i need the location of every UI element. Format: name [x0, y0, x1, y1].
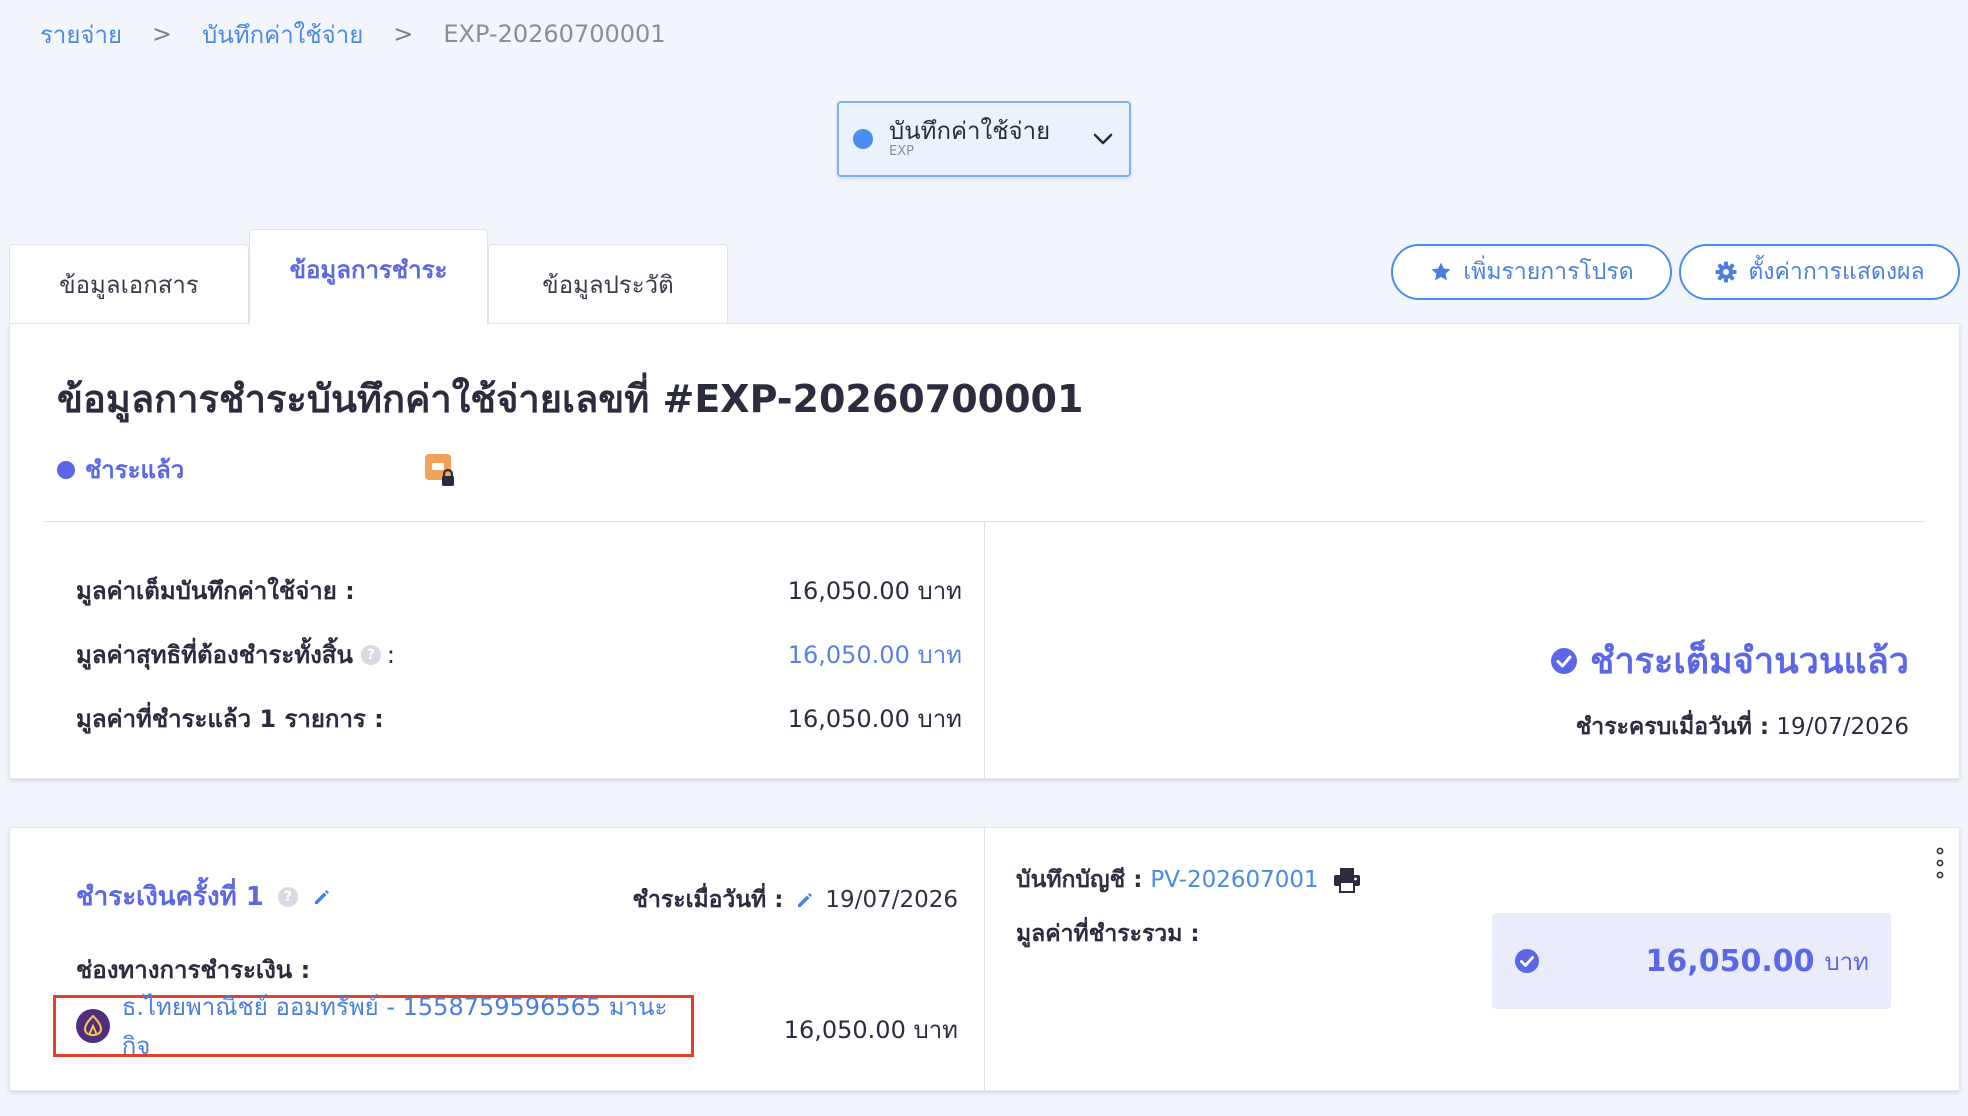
chevron-down-icon: [1093, 133, 1113, 145]
print-icon[interactable]: [1333, 867, 1361, 893]
document-type-label: บันทึกค่าใช้จ่าย: [889, 117, 1051, 145]
full-amount-label: มูลค่าเต็มบันทึกค่าใช้จ่าย :: [76, 577, 355, 605]
net-amount-value: 16,050.00 บาท: [787, 641, 962, 669]
journal-entry: บันทึกบัญชี : PV-202607001: [1016, 862, 1361, 898]
journal-ref-link[interactable]: PV-202607001: [1150, 867, 1318, 893]
status-dot: [57, 460, 75, 479]
journal-label: บันทึกบัญชี :: [1016, 867, 1143, 893]
status-label: ชำระแล้ว: [85, 456, 185, 484]
full-amount-value: 16,050.00 บาท: [787, 577, 962, 605]
divider: [984, 828, 985, 1090]
full-amount-row: มูลค่าเต็มบันทึกค่าใช้จ่าย : 16,050.00 บ…: [76, 571, 962, 611]
net-amount-colon: :: [386, 640, 395, 669]
gear-icon: [1715, 261, 1737, 283]
check-circle-icon: [1515, 949, 1539, 973]
edit-pencil-icon[interactable]: [312, 887, 332, 907]
check-circle-icon: [1551, 647, 1578, 674]
paid-complete-date: ชำระครบเมื่อวันที่ : 19/07/2026: [1576, 709, 1909, 745]
paid-on-date: ชำระเมื่อวันที่ : 19/07/2026: [632, 882, 958, 918]
edit-pencil-icon[interactable]: [795, 890, 815, 910]
payment-round-label: ชำระเงินครั้งที่ 1: [76, 882, 264, 912]
total-paid-amount: 16,050.00: [1645, 943, 1815, 979]
breadcrumb-expense[interactable]: รายจ่าย: [40, 15, 122, 54]
star-icon: [1431, 262, 1451, 281]
document-type-code: EXP: [889, 144, 914, 159]
breadcrumb-current: EXP-20260700001: [443, 20, 666, 48]
paid-amount-row: มูลค่าที่ชำระแล้ว 1 รายการ : 16,050.00 บ…: [76, 699, 962, 739]
payment-channel-link[interactable]: ธ.ไทยพาณิชย์ ออมทรัพย์ - 1558759596565 ม…: [53, 993, 694, 1060]
total-paid-unit: บาท: [1824, 947, 1869, 976]
payment-channel-name: ธ.ไทยพาณิชย์ ออมทรัพย์ - 1558759596565 ม…: [121, 993, 668, 1060]
paid-on-date-value: 19/07/2026: [825, 887, 958, 913]
help-icon[interactable]: ?: [277, 886, 298, 907]
fully-paid-status: ชำระเต็มจำนวนแล้ว: [1550, 632, 1909, 689]
net-amount-row: มูลค่าสุทธิที่ต้องชำระทั้งสิ้น ? : 16,05…: [76, 635, 962, 675]
more-options-icon[interactable]: [1935, 846, 1945, 880]
breadcrumb-separator: >: [393, 20, 414, 48]
fully-paid-label: ชำระเต็มจำนวนแล้ว: [1590, 641, 1909, 682]
breadcrumb-expense-record[interactable]: บันทึกค่าใช้จ่าย: [202, 15, 363, 54]
payment-channel-amount: 16,050.00 บาท: [783, 1016, 958, 1044]
net-amount-label: มูลค่าสุทธิที่ต้องชำระทั้งสิ้น: [76, 641, 353, 669]
breadcrumb-separator: >: [152, 20, 173, 48]
page-title: ข้อมูลการชำระบันทึกค่าใช้จ่ายเลขที่ #EXP…: [57, 377, 1084, 421]
payment-round: ชำระเงินครั้งที่ 1 ?: [76, 876, 332, 917]
paid-on-label: ชำระเมื่อวันที่ :: [632, 887, 784, 913]
total-paid-label: มูลค่าที่ชำระรวม :: [1016, 921, 1200, 947]
status-badge: ชำระแล้ว: [57, 450, 184, 489]
tab-payment-info[interactable]: ข้อมูลการชำระ: [249, 229, 488, 325]
document-type-selector[interactable]: บันทึกค่าใช้จ่าย EXP: [837, 101, 1131, 177]
breadcrumb: รายจ่าย > บันทึกค่าใช้จ่าย > EXP-2026070…: [40, 14, 666, 54]
divider: [984, 522, 985, 778]
add-favorite-button[interactable]: เพิ่มรายการโปรด: [1391, 244, 1672, 300]
locked-document-icon: [425, 454, 454, 486]
tab-history[interactable]: ข้อมูลประวัติ: [488, 244, 728, 324]
paid-complete-label: ชำระครบเมื่อวันที่ :: [1575, 714, 1770, 740]
display-settings-button[interactable]: ตั้งค่าการแสดงผล: [1679, 244, 1960, 300]
paid-complete-date-value: 19/07/2026: [1776, 714, 1909, 740]
paid-amount-label: มูลค่าที่ชำระแล้ว 1 รายการ :: [76, 705, 384, 733]
bank-logo-icon: [76, 1009, 110, 1043]
payment-summary-card: ข้อมูลการชำระบันทึกค่าใช้จ่ายเลขที่ #EXP…: [9, 323, 1960, 779]
net-amount-label-group: มูลค่าสุทธิที่ต้องชำระทั้งสิ้น ? :: [76, 635, 395, 674]
add-favorite-label: เพิ่มรายการโปรด: [1463, 259, 1634, 285]
display-settings-label: ตั้งค่าการแสดงผล: [1748, 259, 1925, 285]
payment-detail-card: ชำระเงินครั้งที่ 1 ? ชำระเมื่อวันที่ : 1…: [9, 827, 1960, 1091]
payment-channel-label: ช่องทางการชำระเงิน :: [76, 956, 311, 984]
paid-amount-value: 16,050.00 บาท: [787, 705, 962, 733]
status-dot: [853, 129, 873, 149]
total-paid-box: 16,050.00 บาท: [1492, 913, 1891, 1009]
tab-document-info[interactable]: ข้อมูลเอกสาร: [9, 244, 249, 324]
help-icon[interactable]: ?: [360, 644, 381, 665]
